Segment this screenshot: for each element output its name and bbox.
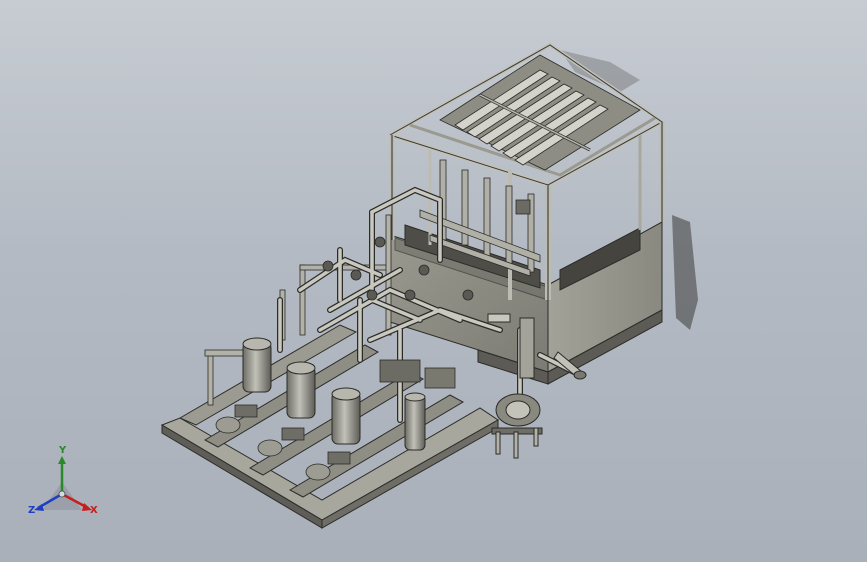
view-orientation-triad: Y X Z — [24, 445, 104, 520]
triad-y-label: Y — [59, 445, 67, 456]
model-viewport[interactable]: Y X Z — [0, 0, 867, 562]
assembly-model[interactable] — [0, 0, 867, 562]
circulation-pump — [491, 393, 543, 459]
triad-x-label: X — [90, 505, 98, 516]
triad-z-label: Z — [28, 505, 36, 516]
